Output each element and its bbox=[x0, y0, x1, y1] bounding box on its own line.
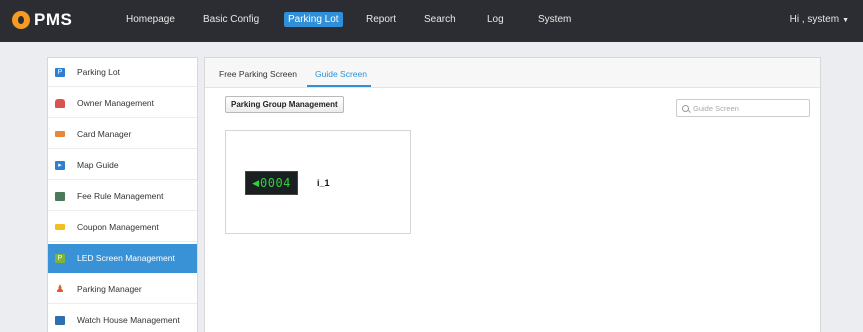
sidebar-item-label: Watch House Management bbox=[77, 315, 180, 325]
search-input[interactable]: Guide Screen bbox=[693, 104, 739, 113]
user-menu[interactable]: Hi , system ▼ bbox=[790, 14, 849, 25]
car-icon bbox=[55, 98, 65, 108]
sidebar-item-watch-house-management[interactable]: Watch House Management bbox=[48, 306, 197, 332]
sidebar-item-label: Fee Rule Management bbox=[77, 191, 164, 201]
coupon-icon bbox=[55, 224, 65, 230]
search-icon bbox=[682, 104, 689, 112]
sidebar-item-parking-lot[interactable]: P Parking Lot bbox=[48, 58, 197, 87]
tab-guide-screen[interactable]: Guide Screen bbox=[315, 69, 367, 79]
nav-basic-config[interactable]: Basic Config bbox=[203, 14, 259, 25]
arrow-left-icon: ◀ bbox=[252, 177, 259, 188]
parking-icon: P bbox=[55, 67, 65, 77]
sidebar-item-label: Owner Management bbox=[77, 98, 155, 108]
top-navigation-bar: PMS Homepage Basic Config Parking Lot Re… bbox=[0, 0, 863, 42]
guide-screen-search[interactable]: Guide Screen bbox=[676, 99, 810, 117]
watch-house-icon bbox=[55, 315, 65, 325]
active-tab-indicator bbox=[307, 85, 371, 87]
nav-report[interactable]: Report bbox=[366, 14, 396, 25]
sidebar-item-parking-manager[interactable]: ♟ Parking Manager bbox=[48, 275, 197, 304]
main-nav: Homepage Basic Config Parking Lot Report… bbox=[0, 0, 863, 42]
main-panel: Free Parking Screen Guide Screen Parking… bbox=[204, 57, 821, 332]
sidebar-item-label: Parking Manager bbox=[77, 284, 142, 294]
led-display-value: 0004 bbox=[260, 176, 291, 190]
parking-group-management-button[interactable]: Parking Group Management bbox=[225, 96, 344, 113]
sidebar-item-label: Parking Lot bbox=[77, 67, 120, 77]
led-screen-icon: P bbox=[55, 253, 65, 263]
led-display: ◀ 0004 bbox=[245, 171, 298, 195]
sidebar-item-owner-management[interactable]: Owner Management bbox=[48, 89, 197, 118]
sidebar-item-card-manager[interactable]: Card Manager bbox=[48, 120, 197, 149]
sidebar-item-map-guide[interactable]: ▸ Map Guide bbox=[48, 151, 197, 180]
screen-name: i_1 bbox=[317, 178, 330, 188]
nav-system[interactable]: System bbox=[538, 14, 571, 25]
card-icon bbox=[55, 131, 65, 137]
nav-homepage[interactable]: Homepage bbox=[126, 14, 175, 25]
nav-log[interactable]: Log bbox=[487, 14, 504, 25]
tab-bar: Free Parking Screen Guide Screen bbox=[205, 58, 820, 88]
nav-parking-lot[interactable]: Parking Lot bbox=[284, 12, 343, 27]
sidebar-item-label: Map Guide bbox=[77, 160, 119, 170]
sidebar-item-fee-rule-management[interactable]: Fee Rule Management bbox=[48, 182, 197, 211]
manager-icon: ♟ bbox=[55, 283, 65, 295]
tab-free-parking-screen[interactable]: Free Parking Screen bbox=[219, 69, 297, 79]
user-greeting: Hi , system bbox=[789, 14, 840, 25]
guide-screen-card[interactable]: ◀ 0004 i_1 bbox=[225, 130, 411, 234]
sidebar-item-led-screen-management[interactable]: P LED Screen Management bbox=[48, 244, 197, 273]
nav-search[interactable]: Search bbox=[424, 14, 456, 25]
map-icon: ▸ bbox=[55, 160, 65, 170]
sidebar: P Parking Lot Owner Management Card Mana… bbox=[47, 57, 198, 332]
fee-icon bbox=[55, 191, 65, 201]
sidebar-item-label: LED Screen Management bbox=[77, 253, 175, 263]
sidebar-item-coupon-management[interactable]: Coupon Management bbox=[48, 213, 197, 242]
sidebar-item-label: Coupon Management bbox=[77, 222, 159, 232]
sidebar-item-label: Card Manager bbox=[77, 129, 132, 139]
chevron-down-icon: ▼ bbox=[842, 17, 849, 24]
